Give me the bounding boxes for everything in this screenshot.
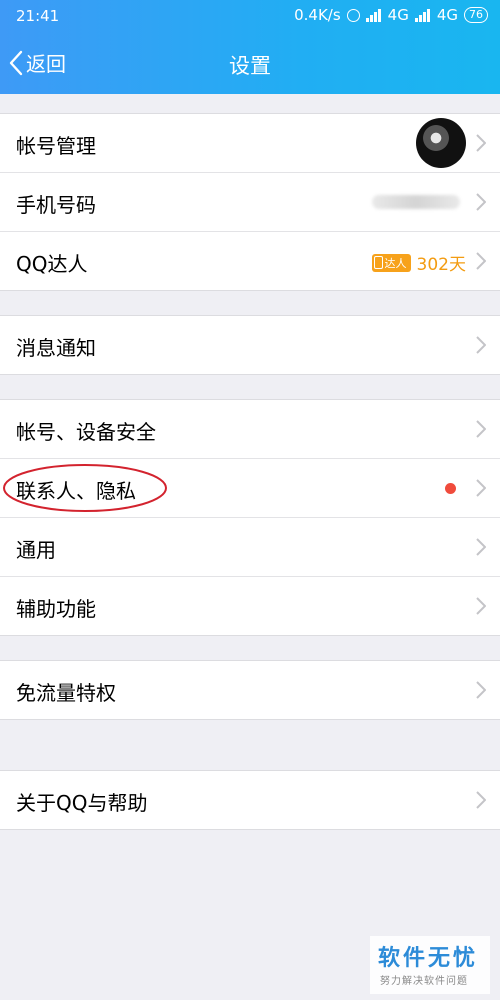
- chevron-right-icon: [476, 479, 486, 497]
- settings-item-general[interactable]: 通用: [0, 518, 500, 577]
- nav-bar: 返回 设置: [0, 36, 500, 92]
- settings-item-account-security[interactable]: 帐号、设备安全: [0, 400, 500, 459]
- signal-icon-2: [414, 8, 431, 22]
- settings-item-about-help[interactable]: 关于QQ与帮助: [0, 771, 500, 829]
- settings-item-contacts-privacy[interactable]: 联系人、隐私: [0, 459, 500, 518]
- daren-info: 达人 302天: [371, 250, 466, 275]
- item-label: 手机号码: [16, 193, 96, 217]
- chevron-right-icon: [476, 420, 486, 438]
- item-label: 通用: [16, 538, 56, 562]
- chevron-right-icon: [476, 134, 486, 152]
- battery-icon: 76: [464, 7, 488, 23]
- settings-item-phone-number[interactable]: 手机号码: [0, 173, 500, 232]
- status-time: 21:41: [16, 7, 60, 25]
- watermark: 软件无忧 努力解决软件问题: [370, 936, 490, 994]
- item-label: 辅助功能: [16, 597, 96, 621]
- watermark-main: 软件无忧: [378, 946, 479, 971]
- status-icons: 0.4K/s 4G 4G 76: [294, 6, 488, 24]
- daren-badge: 达人: [371, 253, 411, 272]
- settings-item-qq-daren[interactable]: QQ达人 达人 302天: [0, 232, 500, 290]
- phone-icon: [373, 256, 383, 269]
- item-label: 消息通知: [16, 336, 96, 360]
- page-title: 设置: [229, 54, 271, 78]
- status-bar: 21:41 0.4K/s 4G 4G 76: [0, 0, 500, 34]
- item-label: 关于QQ与帮助: [16, 791, 148, 815]
- chevron-right-icon: [476, 791, 486, 809]
- header-bar: 21:41 0.4K/s 4G 4G 76 返回 设置: [0, 0, 500, 94]
- settings-group-security: 帐号、设备安全 联系人、隐私 通用 辅助功能: [0, 399, 500, 636]
- item-label: 联系人、隐私: [16, 479, 136, 503]
- settings-item-notifications[interactable]: 消息通知: [0, 316, 500, 374]
- settings-item-free-data[interactable]: 免流量特权: [0, 661, 500, 719]
- settings-item-account-management[interactable]: 帐号管理: [0, 114, 500, 173]
- daren-days: 302天: [416, 255, 466, 275]
- network-type-1: 4G: [387, 6, 409, 24]
- item-label: 帐号、设备安全: [16, 420, 156, 444]
- daren-badge-text: 达人: [384, 256, 407, 270]
- chevron-right-icon: [476, 538, 486, 556]
- watermark-sub: 努力解决软件问题: [380, 976, 468, 987]
- settings-group-account: 帐号管理 手机号码 QQ达人 达人 302天: [0, 113, 500, 291]
- settings-group-free-data: 免流量特权: [0, 660, 500, 720]
- chevron-right-icon: [476, 193, 486, 211]
- chevron-right-icon: [476, 597, 486, 615]
- network-type-2: 4G: [436, 6, 458, 24]
- item-label: 帐号管理: [16, 134, 96, 158]
- chevron-right-icon: [476, 681, 486, 699]
- item-label: QQ达人: [16, 252, 88, 276]
- alarm-icon: [346, 8, 360, 22]
- chevron-right-icon: [476, 336, 486, 354]
- item-label: 免流量特权: [16, 681, 116, 705]
- avatar: [416, 118, 466, 168]
- settings-group-notifications: 消息通知: [0, 315, 500, 375]
- phone-number-masked: [372, 195, 460, 209]
- red-dot-indicator: [445, 483, 456, 494]
- settings-item-accessibility[interactable]: 辅助功能: [0, 577, 500, 635]
- chevron-right-icon: [476, 252, 486, 270]
- signal-icon: [365, 8, 382, 22]
- network-speed: 0.4K/s: [294, 6, 341, 24]
- settings-group-about: 关于QQ与帮助: [0, 770, 500, 830]
